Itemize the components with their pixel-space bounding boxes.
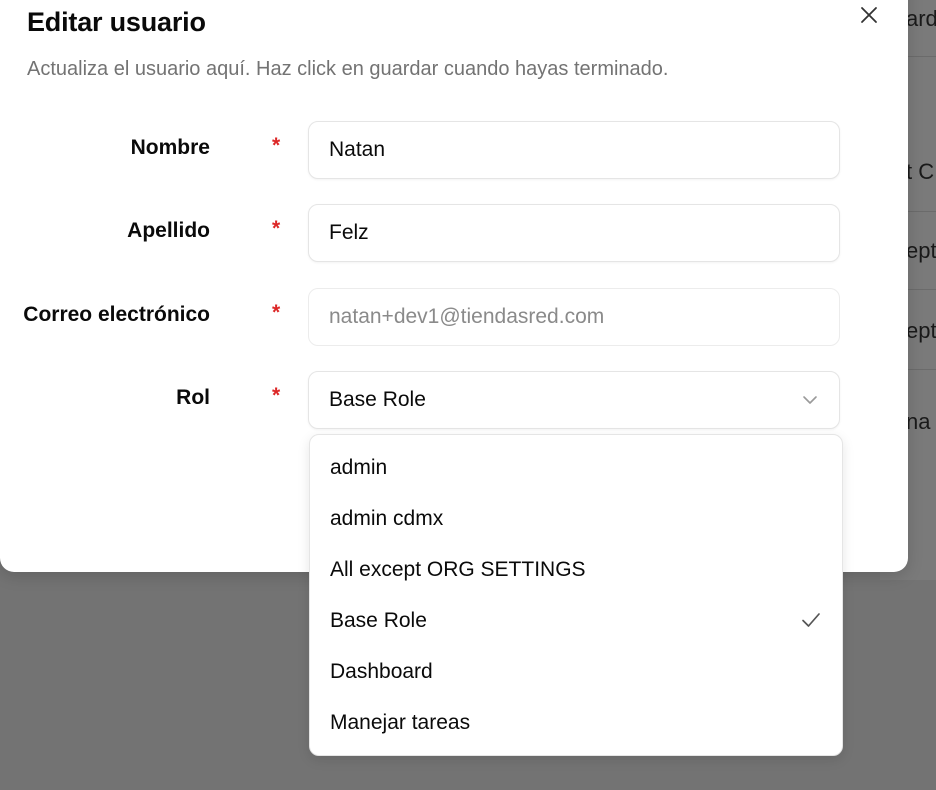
first-name-input[interactable] (308, 121, 840, 179)
role-option-label: All except ORG SETTINGS (330, 557, 586, 581)
check-icon (802, 613, 820, 627)
role-option-admin-cdmx[interactable]: admin cdmx (310, 493, 842, 544)
first-name-row: Nombre * (0, 121, 860, 179)
role-option-label: Base Role (330, 608, 427, 632)
background-text: ept (906, 238, 936, 263)
dialog-description: Actualiza el usuario aquí. Haz click en … (27, 58, 669, 80)
role-select-value: Base Role (329, 388, 426, 411)
role-option-admin[interactable]: admin (310, 442, 842, 493)
role-option-label: admin cdmx (330, 506, 444, 530)
background-text: ard (906, 6, 936, 31)
last-name-label: Apellido (127, 219, 210, 242)
first-name-label: Nombre (130, 136, 210, 159)
close-button[interactable] (854, 0, 884, 30)
background-text: na 1 (906, 409, 936, 434)
role-option-base-role[interactable]: Base Role (310, 595, 842, 646)
close-icon (861, 7, 877, 23)
email-row: Correo electrónico * (0, 288, 860, 346)
role-option-manejar-tareas[interactable]: Manejar tareas (310, 697, 842, 748)
required-mark: * (272, 384, 281, 407)
email-field (308, 288, 840, 346)
required-mark: * (272, 217, 281, 240)
required-mark: * (272, 301, 281, 324)
background-text: ept (906, 318, 936, 343)
email-label: Correo electrónico (23, 303, 210, 326)
background-text: t C (906, 159, 935, 184)
required-mark: * (272, 134, 281, 157)
role-row: Rol * Base Role (0, 371, 860, 429)
role-label: Rol (176, 386, 210, 409)
role-select[interactable]: Base Role (308, 371, 840, 429)
last-name-input[interactable] (308, 204, 840, 262)
role-option-dashboard[interactable]: Dashboard (310, 646, 842, 697)
role-dropdown: admin admin cdmx All except ORG SETTINGS… (309, 434, 843, 756)
role-option-label: admin (330, 455, 388, 479)
role-option-label: Dashboard (330, 659, 433, 683)
last-name-row: Apellido * (0, 204, 860, 262)
role-option-label: Manejar tareas (330, 710, 471, 734)
role-option-all-except-org-settings[interactable]: All except ORG SETTINGS (310, 544, 842, 595)
chevron-down-icon (803, 396, 817, 404)
dialog-title: Editar usuario (27, 7, 206, 37)
